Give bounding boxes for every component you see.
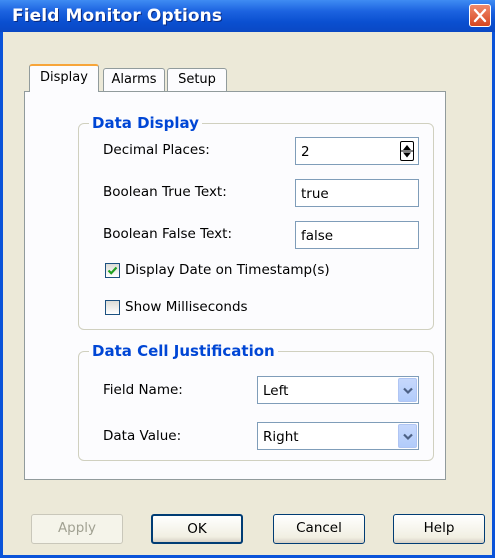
ok-button[interactable]: OK [151,514,243,544]
data-display-legend: Data Display [92,114,199,132]
tab-setup-label: Setup [178,72,216,87]
data-value-label: Data Value: [103,428,182,444]
field-name-select[interactable]: Left [257,376,419,404]
decimal-places-field[interactable]: 2 [295,137,419,165]
chevron-down-icon [403,387,413,395]
boolean-false-label: Boolean False Text: [103,226,232,242]
tab-setup[interactable]: Setup [167,68,227,92]
data-value-dropdown-button[interactable] [398,424,417,448]
field-name-dropdown-button[interactable] [398,378,417,402]
chevron-down-icon [403,433,413,441]
boolean-true-value: true [301,186,329,202]
decimal-places-value: 2 [301,144,310,160]
show-milliseconds-checkbox[interactable] [105,300,120,315]
decimal-places-label: Decimal Places: [103,142,210,158]
close-button[interactable] [469,4,491,27]
show-milliseconds-label[interactable]: Show Milliseconds [125,299,248,315]
data-value-select[interactable]: Right [257,422,419,450]
help-button[interactable]: Help [393,514,485,544]
decimal-places-spinner[interactable] [400,141,414,161]
boolean-false-value: false [301,228,334,244]
checkmark-icon [107,266,118,275]
window-title: Field Monitor Options [12,6,223,26]
boolean-true-field[interactable]: true [295,179,419,207]
tab-display-label: Display [40,70,88,85]
justification-legend: Data Cell Justification [92,342,275,360]
apply-button[interactable]: Apply [31,514,123,544]
data-value-value: Right [263,429,299,445]
boolean-true-label: Boolean True Text: [103,184,227,200]
cancel-button[interactable]: Cancel [273,514,365,544]
display-date-label[interactable]: Display Date on Timestamp(s) [125,262,330,278]
tab-alarms-label: Alarms [111,72,157,87]
title-bar[interactable]: Field Monitor Options [0,0,495,32]
spin-arrows-icon [401,145,413,158]
field-name-value: Left [263,383,289,399]
tab-display[interactable]: Display [29,64,99,92]
boolean-false-field[interactable]: false [295,221,419,249]
field-name-label: Field Name: [103,382,183,398]
close-icon [473,8,487,23]
display-tab-panel: Data Display Decimal Places: 2 Boolean T… [24,91,446,480]
display-date-checkbox[interactable] [105,263,120,278]
tab-alarms[interactable]: Alarms [103,68,165,92]
